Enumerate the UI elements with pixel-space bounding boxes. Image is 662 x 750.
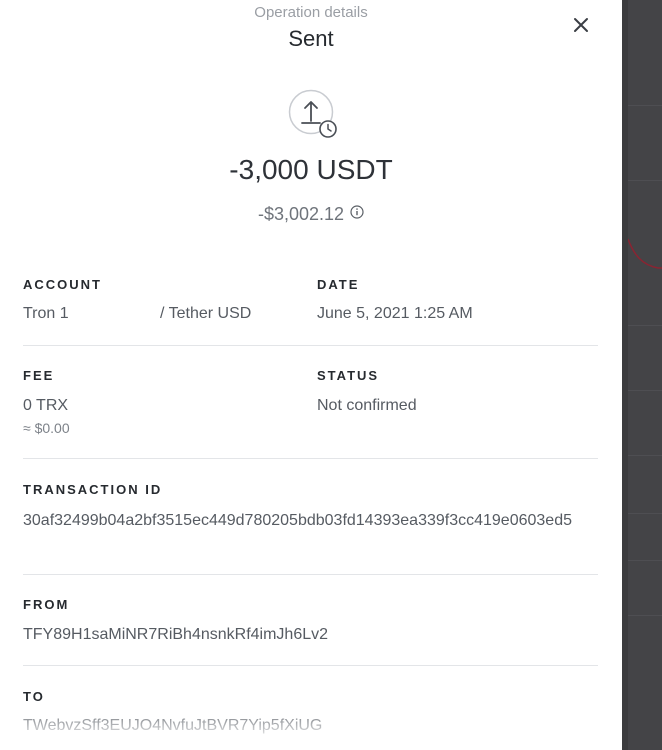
transaction-id-label: TRANSACTION ID	[23, 482, 163, 497]
background-row-divider	[628, 105, 662, 106]
status-value: Not confirmed	[317, 397, 417, 414]
background-chart-line	[628, 238, 662, 269]
to-label: TO	[23, 689, 45, 704]
background-row-divider	[628, 615, 662, 616]
fiat-amount: -$3,002.12	[257, 204, 345, 224]
from-address[interactable]: TFY89H1saMiNR7RiBh4nsnkRf4imJh6Lv2	[23, 626, 328, 644]
fee-label: FEE	[23, 368, 55, 383]
fee-value: 0 TRX	[23, 397, 69, 414]
operation-details-modal: Operation details Sent -3,000 USDT -$3,0…	[0, 0, 622, 750]
background-row-divider	[628, 325, 662, 326]
background-row-divider	[628, 390, 662, 391]
fee-fiat-value: ≈ $0.00	[23, 420, 70, 436]
modal-subtitle: Operation details	[254, 4, 368, 21]
date-value: June 5, 2021 1:25 AM	[317, 305, 473, 322]
close-icon	[574, 18, 588, 32]
upload-pending-icon	[288, 89, 337, 138]
section-divider	[23, 574, 598, 575]
background-panel	[628, 0, 662, 750]
section-divider	[23, 458, 598, 459]
date-label: DATE	[317, 277, 360, 292]
status-label: STATUS	[317, 368, 380, 383]
background-row-divider	[628, 560, 662, 561]
from-label: FROM	[23, 597, 70, 612]
close-button[interactable]	[568, 12, 594, 38]
account-token: / Tether USD	[160, 305, 252, 322]
fiat-amount-row: -$3,002.12	[0, 204, 622, 225]
account-name-link[interactable]: Tron 1	[23, 305, 69, 323]
section-divider	[23, 665, 598, 666]
background-row-divider	[628, 455, 662, 456]
background-row-divider	[628, 513, 662, 514]
account-label: ACCOUNT	[23, 277, 102, 292]
operation-amount: -3,000 USDT	[229, 154, 393, 185]
info-icon[interactable]	[350, 205, 364, 219]
background-row-divider	[628, 180, 662, 181]
background-app-overlay	[622, 0, 662, 750]
to-address[interactable]: TWebvzSff3EUJO4NvfuJtBVR7Yip5fXiUG	[23, 717, 322, 735]
transaction-id-value[interactable]: 30af32499b04a2bf3515ec449d780205bdb03fd1…	[23, 509, 599, 532]
modal-title: Sent	[288, 26, 334, 51]
section-divider	[23, 345, 598, 346]
